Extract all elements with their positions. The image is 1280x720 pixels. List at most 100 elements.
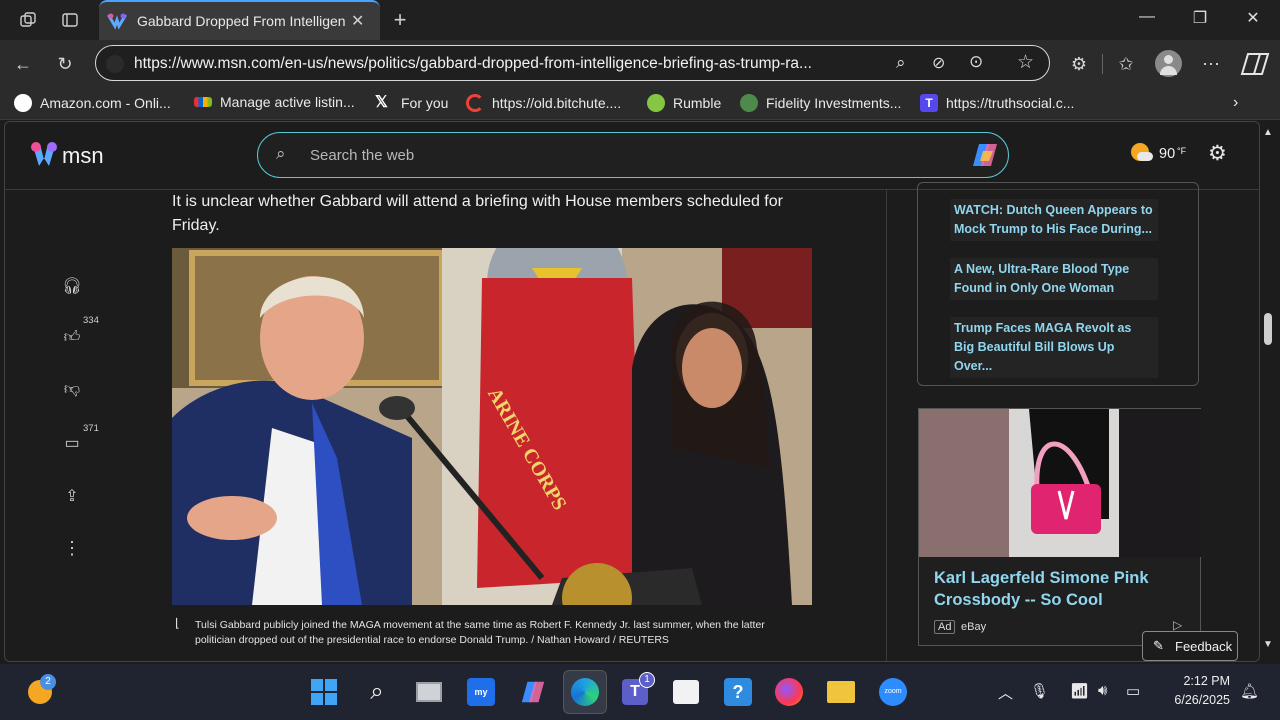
article-photo[interactable]: ARINE CORPS (172, 248, 812, 605)
battery-icon[interactable]: ▭ (1126, 682, 1140, 700)
close-window-icon[interactable]: ✕ (1238, 8, 1268, 32)
tracking-prevention-icon[interactable]: ⊘ (932, 53, 945, 73)
msn-logo[interactable]: msn (29, 140, 119, 170)
sponsored-ad-card[interactable]: Karl Lagerfeld Simone Pink Crossbody -- … (918, 408, 1202, 646)
bookmark-fidelity[interactable]: Fidelity Investments... (740, 94, 901, 112)
msn-butterfly-icon (31, 142, 57, 166)
bookmark-x[interactable]: 𝕏 For you (375, 94, 448, 112)
toolbar-divider (1102, 54, 1103, 74)
news-link-2[interactable]: A New, Ultra-Rare Blood Type Found in On… (950, 258, 1158, 300)
more-tools-icon[interactable]: ⊙ (969, 52, 983, 72)
search-input[interactable]: Search the web (310, 147, 414, 164)
bookmark-amazon[interactable]: Amazon.com - Onli... (14, 94, 171, 112)
share-icon[interactable]: ⇪ (61, 486, 83, 508)
truthsocial-icon: T (920, 94, 938, 112)
favorites-icon[interactable]: ✩ (1114, 52, 1138, 76)
show-hidden-icons-chevron-icon[interactable]: ︿ (998, 682, 1013, 703)
msn-logo-text: msn (62, 143, 104, 168)
weather-temp[interactable]: 90 (1159, 146, 1175, 162)
ebay-icon (194, 97, 212, 107)
back-icon[interactable]: ← (11, 52, 35, 76)
wifi-icon[interactable]: 📶︎ (1070, 682, 1089, 700)
copilot-search-icon[interactable] (970, 141, 1000, 169)
file-explorer-icon[interactable] (823, 674, 859, 710)
listen-headphones-icon[interactable]: 🎧︎ (61, 276, 83, 298)
teams-badge: 1 (639, 672, 655, 688)
copilot-icon[interactable] (1240, 50, 1270, 78)
settings-gear-icon[interactable]: ⚙ (1208, 141, 1227, 166)
volume-icon[interactable]: 🔊︎ (1098, 682, 1107, 699)
start-windows-icon[interactable] (306, 674, 342, 710)
msn-favicon-icon (107, 13, 127, 30)
trending-news-box: WATCH: Dutch Queen Appears to Mock Trump… (917, 182, 1199, 386)
address-bar[interactable]: https://www.msn.com/en-us/news/politics/… (95, 45, 1050, 81)
more-bookmarks-chevron-icon[interactable]: › (1233, 94, 1238, 112)
task-view-icon[interactable] (411, 674, 447, 710)
tab-actions-icon[interactable] (58, 8, 82, 32)
store-icon[interactable] (668, 674, 704, 710)
scroll-up-icon[interactable]: ▲ (1263, 127, 1273, 138)
copilot-taskbar-icon[interactable] (515, 674, 551, 710)
site-info-icon[interactable] (106, 55, 124, 73)
profile-avatar[interactable] (1155, 50, 1182, 77)
ad-illustration (919, 409, 1202, 557)
notifications-bell-icon[interactable]: 🔔︎ (1240, 682, 1259, 700)
myapp-icon[interactable]: my (463, 674, 499, 710)
bookmark-bitchute[interactable]: https://old.bitchute.... (466, 94, 621, 112)
minimize-icon[interactable]: — (1132, 8, 1162, 32)
adchoices-icon[interactable]: ▷ (1173, 618, 1182, 632)
clock-date[interactable]: 6/26/2025 (1160, 693, 1230, 707)
url-text[interactable]: https://www.msn.com/en-us/news/politics/… (134, 55, 894, 73)
search-bar[interactable]: ⌕ Search the web (257, 132, 1009, 178)
restore-icon[interactable]: ❐ (1185, 8, 1215, 32)
bookmark-label: Fidelity Investments... (766, 95, 902, 111)
scrollbar-thumb[interactable] (1264, 313, 1272, 345)
favorite-star-icon[interactable]: ☆ (1017, 51, 1034, 74)
extensions-icon[interactable]: ⚙ (1067, 52, 1091, 76)
bookmark-ebay[interactable]: Manage active listin... (194, 94, 355, 110)
edge-browser-icon[interactable] (563, 670, 607, 714)
caption-corner-icon: ⌊ (175, 616, 180, 630)
caption-text: Tulsi Gabbard publicly joined the MAGA m… (195, 619, 765, 646)
windows-taskbar: 2 ⌕ my T 1 ? zoom ︿ 🎙︎ 📶︎ 🔊︎ ▭ 2:12 PM 6… (0, 664, 1280, 720)
photo-illustration: ARINE CORPS (172, 248, 812, 605)
new-tab-icon[interactable]: + (388, 7, 412, 32)
scroll-down-icon[interactable]: ▼ (1263, 639, 1273, 650)
bookmark-label: https://old.bitchute.... (492, 95, 622, 111)
help-icon[interactable]: ? (720, 674, 756, 710)
microphone-icon[interactable]: 🎙︎ (1030, 682, 1049, 700)
search-taskbar-icon[interactable]: ⌕ (359, 674, 395, 710)
like-thumbs-up-icon[interactable]: 👍︎ (61, 328, 83, 350)
fidelity-icon (740, 94, 758, 112)
zoom-icon-taskbar[interactable]: zoom (875, 674, 911, 710)
clock-time[interactable]: 2:12 PM (1166, 674, 1230, 688)
x-icon: 𝕏 (375, 94, 388, 111)
active-tab[interactable]: Gabbard Dropped From Intelligence Briefi… (99, 0, 380, 40)
like-count: 334 (83, 315, 99, 326)
comments-icon[interactable]: ▭ (61, 433, 83, 455)
news-link-1[interactable]: WATCH: Dutch Queen Appears to Mock Trump… (950, 199, 1158, 241)
bookmark-label: Rumble (673, 95, 722, 111)
ad-source[interactable]: eBay (961, 621, 986, 633)
bookmark-truthsocial[interactable]: T https://truthsocial.c... (920, 94, 1074, 112)
more-options-icon[interactable]: ⋮ (61, 538, 83, 560)
workspaces-icon[interactable] (16, 8, 40, 32)
refresh-icon[interactable]: ↻ (53, 52, 77, 76)
feedback-button[interactable]: ✎ Feedback (1142, 631, 1238, 661)
zoom-icon[interactable]: ⌕ (896, 53, 906, 73)
teams-icon[interactable]: T 1 (617, 672, 655, 710)
ad-title[interactable]: Karl Lagerfeld Simone Pink Crossbody -- … (934, 567, 1184, 611)
feedback-label: Feedback (1175, 639, 1233, 654)
dislike-thumbs-down-icon[interactable]: 👎︎ (61, 380, 83, 402)
close-tab-icon[interactable]: ✕ (351, 11, 364, 31)
page-scrollbar[interactable]: ▲ ▼ (1260, 121, 1278, 662)
widgets-weather-icon[interactable]: 2 (22, 674, 58, 710)
ad-image[interactable] (919, 409, 1202, 557)
widgets-badge: 2 (40, 674, 56, 690)
settings-more-icon[interactable]: ⋯ (1199, 52, 1223, 76)
weather-sun-icon[interactable] (1131, 143, 1153, 163)
news-link-3[interactable]: Trump Faces MAGA Revolt as Big Beautiful… (950, 317, 1158, 378)
navigation-bar: ← ↻ https://www.msn.com/en-us/news/polit… (0, 40, 1280, 88)
firefox-icon[interactable] (771, 674, 807, 710)
bookmark-rumble[interactable]: Rumble (647, 94, 721, 112)
